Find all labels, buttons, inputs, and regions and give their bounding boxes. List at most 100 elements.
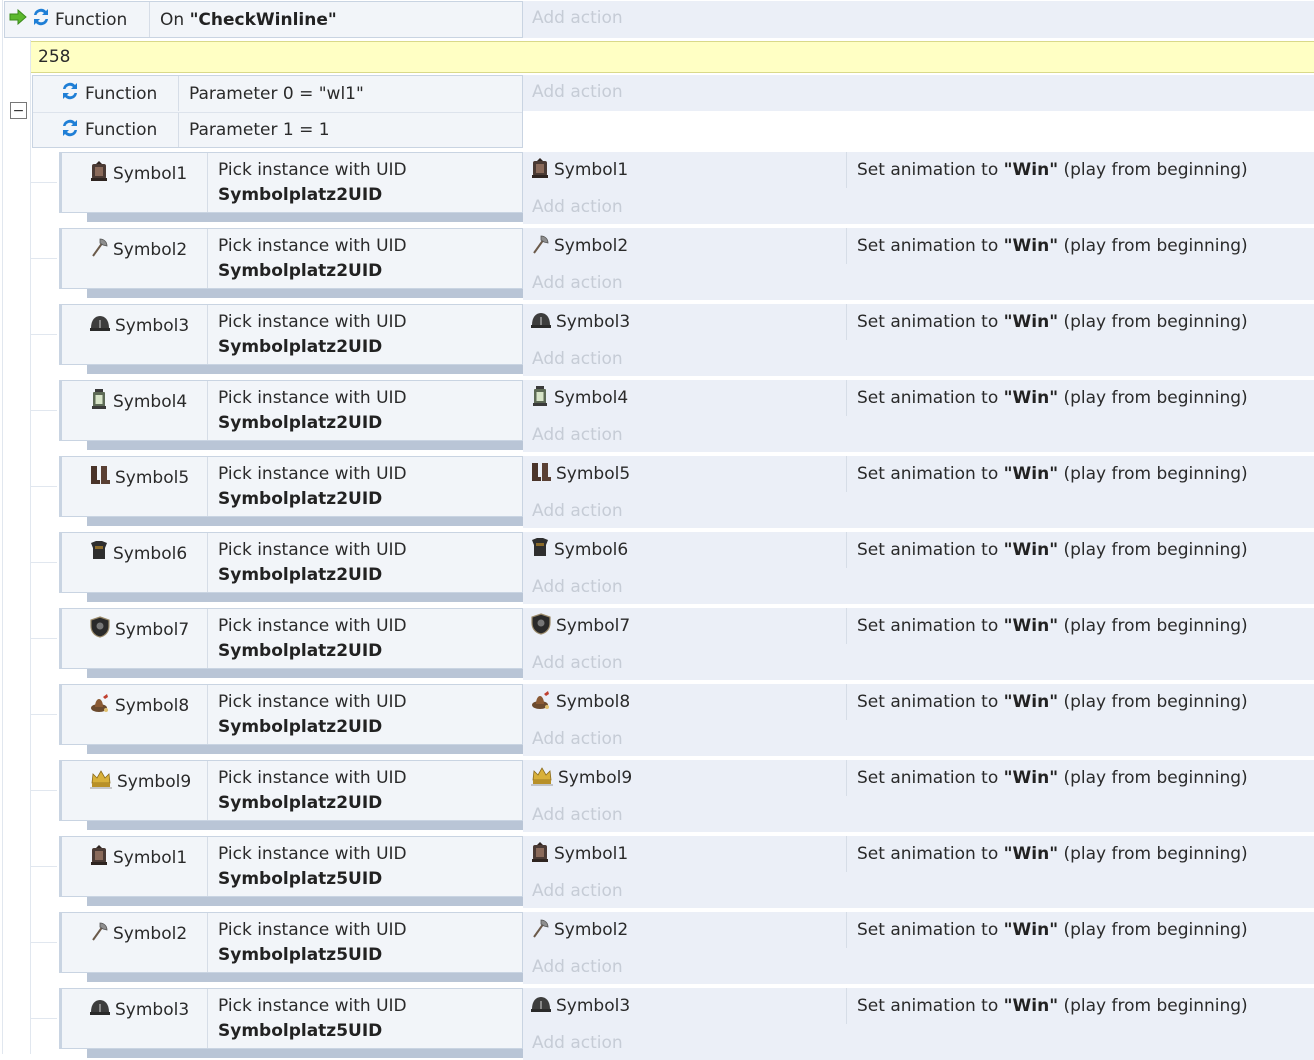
condition-object: Symbol6: [89, 540, 187, 567]
action-suffix: (play from beginning): [1058, 692, 1248, 712]
action-row[interactable]: Symbol9 Set animation to "Win" (play fro…: [523, 760, 1314, 796]
action-object: Symbol4: [530, 385, 628, 412]
condition-footer-bar: [87, 441, 523, 450]
pick-label: Pick instance with UID: [218, 388, 407, 408]
add-action-link[interactable]: Add action: [532, 197, 623, 217]
action-row[interactable]: Symbol5 Set animation to "Win" (play fro…: [523, 456, 1314, 492]
add-action-link[interactable]: Add action: [532, 1033, 623, 1053]
tree-connector: [31, 1018, 57, 1019]
collapse-toggle[interactable]: −: [10, 102, 27, 119]
lantern-dark-icon: [530, 157, 550, 184]
action-row[interactable]: Symbol8 Set animation to "Win" (play fro…: [523, 684, 1314, 720]
add-action-link[interactable]: Add action: [532, 8, 623, 28]
action-row[interactable]: Symbol3 Set animation to "Win" (play fro…: [523, 304, 1314, 340]
gutter-line: [2, 0, 3, 1054]
add-action-link[interactable]: Add action: [532, 805, 623, 825]
pick-uid-condition[interactable]: Symbol3 Pick instance with UID Symbolpla…: [59, 988, 523, 1049]
action-object-cell: Symbol8: [523, 684, 847, 720]
lantern-dark-icon: [89, 844, 109, 871]
action-row[interactable]: Symbol4 Set animation to "Win" (play fro…: [523, 380, 1314, 416]
condition-row[interactable]: Function Parameter 1 = 1: [33, 112, 522, 147]
pick-uid-condition[interactable]: Symbol5 Pick instance with UID Symbolpla…: [59, 456, 523, 517]
add-action-link[interactable]: Add action: [532, 653, 623, 673]
pick-uid-condition[interactable]: Symbol6 Pick instance with UID Symbolpla…: [59, 532, 523, 593]
action-row[interactable]: Symbol2 Set animation to "Win" (play fro…: [523, 912, 1314, 948]
action-expression: Set animation to "Win" (play from beginn…: [847, 768, 1248, 788]
uid-variable: Symbolplatz5UID: [218, 1021, 383, 1041]
action-row[interactable]: Symbol3 Set animation to "Win" (play fro…: [523, 988, 1314, 1024]
add-action-link[interactable]: Add action: [532, 273, 623, 293]
action-prefix: Set animation to: [857, 388, 1004, 408]
boots-icon: [89, 464, 111, 491]
condition-object-cell: Symbol5: [62, 457, 208, 516]
action-object: Symbol3: [530, 993, 630, 1020]
pick-uid-condition[interactable]: Symbol1 Pick instance with UID Symbolpla…: [59, 836, 523, 897]
boots-icon: [530, 461, 552, 488]
action-object-name: Symbol1: [554, 844, 629, 864]
condition-object-cell: Symbol3: [62, 989, 208, 1048]
action-suffix: (play from beginning): [1058, 996, 1248, 1016]
action-object-name: Symbol3: [556, 312, 631, 332]
condition-object-cell: Symbol8: [62, 685, 208, 744]
pick-uid-condition[interactable]: Symbol4 Pick instance with UID Symbolpla…: [59, 380, 523, 441]
action-row[interactable]: Symbol1 Set animation to "Win" (play fro…: [523, 152, 1314, 188]
action-prefix: Set animation to: [857, 160, 1004, 180]
action-object-cell: Symbol2: [523, 228, 847, 264]
condition-footer-bar: [87, 593, 523, 602]
condition-object: Symbol7: [89, 616, 189, 643]
top-event-condition[interactable]: Function On "CheckWinline": [4, 1, 523, 38]
condition-row[interactable]: Function Parameter 0 = "wl1": [33, 76, 522, 111]
pick-uid-condition[interactable]: Symbol1 Pick instance with UID Symbolpla…: [59, 152, 523, 213]
condition-object-name: Symbol4: [113, 391, 188, 412]
animation-name: "Win": [1003, 692, 1059, 712]
action-prefix: Set animation to: [857, 768, 1004, 788]
add-action-link[interactable]: Add action: [532, 501, 623, 521]
add-action-link[interactable]: Add action: [532, 881, 623, 901]
pick-uid-condition[interactable]: Symbol3 Pick instance with UID Symbolpla…: [59, 304, 523, 365]
action-expression: Set animation to "Win" (play from beginn…: [847, 616, 1248, 636]
pick-label: Pick instance with UID: [218, 616, 407, 636]
action-suffix: (play from beginning): [1058, 616, 1248, 636]
add-action-link[interactable]: Add action: [532, 425, 623, 445]
condition-expression: Pick instance with UID Symbolplatz5UID: [208, 989, 407, 1044]
condition-object-name: Symbol7: [115, 619, 190, 640]
action-suffix: (play from beginning): [1058, 920, 1248, 940]
pick-uid-condition[interactable]: Symbol9 Pick instance with UID Symbolpla…: [59, 760, 523, 821]
action-prefix: Set animation to: [857, 236, 1004, 256]
add-action-link[interactable]: Add action: [532, 349, 623, 369]
tree-connector: [31, 866, 57, 867]
action-object: Symbol1: [530, 841, 628, 868]
animation-name: "Win": [1003, 920, 1059, 940]
uid-variable: Symbolplatz2UID: [218, 413, 383, 433]
action-suffix: (play from beginning): [1058, 388, 1248, 408]
action-row[interactable]: Symbol2 Set animation to "Win" (play fro…: [523, 228, 1314, 264]
trigger-object-cell[interactable]: Function: [5, 2, 150, 37]
pick-uid-condition[interactable]: Symbol2 Pick instance with UID Symbolpla…: [59, 912, 523, 973]
action-row[interactable]: Symbol1 Set animation to "Win" (play fro…: [523, 836, 1314, 872]
comment-row[interactable]: 258: [31, 41, 1314, 73]
condition-footer-bar: [87, 973, 523, 982]
action-suffix: (play from beginning): [1058, 464, 1248, 484]
uid-variable: Symbolplatz5UID: [218, 869, 383, 889]
add-action-link[interactable]: Add action: [532, 729, 623, 749]
action-object: Symbol1: [530, 157, 628, 184]
pick-uid-condition[interactable]: Symbol7 Pick instance with UID Symbolpla…: [59, 608, 523, 669]
pick-uid-condition[interactable]: Symbol8 Pick instance with UID Symbolpla…: [59, 684, 523, 745]
add-action-link[interactable]: Add action: [532, 957, 623, 977]
condition-object-cell: Function: [33, 113, 179, 147]
action-row[interactable]: Symbol6 Set animation to "Win" (play fro…: [523, 532, 1314, 568]
gutter-line: [30, 40, 31, 1054]
add-action-link[interactable]: Add action: [532, 577, 623, 597]
condition-footer-bar: [87, 517, 523, 526]
pick-uid-condition[interactable]: Symbol2 Pick instance with UID Symbolpla…: [59, 228, 523, 289]
action-suffix: (play from beginning): [1058, 844, 1248, 864]
function-icon: [59, 117, 81, 144]
action-row[interactable]: Symbol7 Set animation to "Win" (play fro…: [523, 608, 1314, 644]
condition-footer-bar: [87, 745, 523, 754]
action-expression: Set animation to "Win" (play from beginn…: [847, 540, 1248, 560]
add-action-link[interactable]: Add action: [532, 82, 623, 102]
lantern-green-icon: [530, 385, 550, 412]
condition-expression: Parameter 1 = 1: [189, 120, 330, 140]
action-prefix: Set animation to: [857, 844, 1004, 864]
action-expression: Set animation to "Win" (play from beginn…: [847, 312, 1248, 332]
